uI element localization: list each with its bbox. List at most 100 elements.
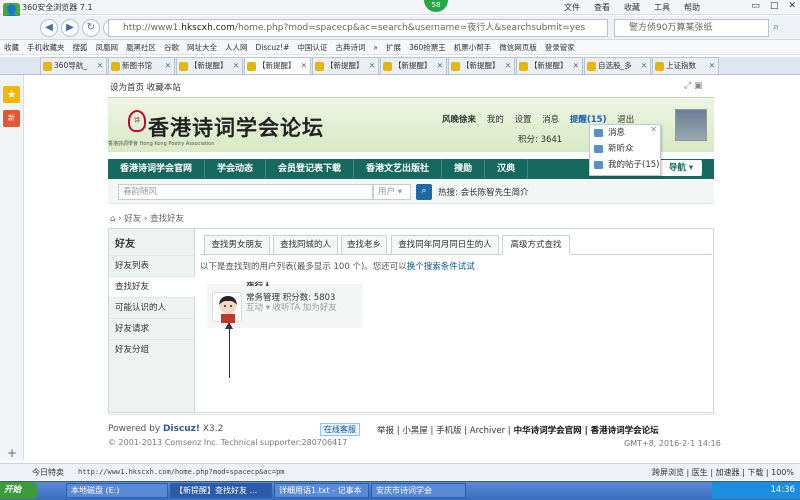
close-tab-icon[interactable]: ✕ xyxy=(301,58,307,74)
bookmark-item[interactable]: 凤凰网 xyxy=(96,43,119,52)
status-tools[interactable]: 跨屏浏览 | 医生 | 加速器 | 下载 | 100% xyxy=(652,467,794,478)
task-browser[interactable]: 【新提醒】查找好友 ... xyxy=(170,483,272,498)
today-sale-link[interactable]: 今日特卖 xyxy=(32,467,64,478)
start-button[interactable]: 开始 xyxy=(0,482,38,499)
nav-more-button[interactable]: 导航 ▾ xyxy=(660,160,702,176)
tab-hometown[interactable]: 查找老乡 xyxy=(341,235,387,255)
profile-photo[interactable] xyxy=(675,109,707,141)
bookmark-item[interactable]: 手机收藏夹 xyxy=(27,43,65,52)
bookmark-item[interactable]: 人人网 xyxy=(225,43,248,52)
browser-tab[interactable]: 【新提醒】 ✕ xyxy=(380,57,447,74)
browser-tab[interactable]: 360导航_ ✕ xyxy=(40,57,107,74)
add-icon[interactable]: + xyxy=(7,446,17,460)
browser-tab[interactable]: 【新提醒】 ✕ xyxy=(176,57,243,74)
bookmark-item[interactable]: 谷歌 xyxy=(164,43,179,52)
close-tab-icon[interactable]: ✕ xyxy=(233,58,239,74)
menu-view[interactable]: 查看 xyxy=(594,2,610,13)
user-avatar[interactable] xyxy=(212,292,242,323)
site-search-input[interactable]: 春韵随风 xyxy=(118,184,373,200)
task-poetry-site[interactable]: 安庆市诗词学会 xyxy=(371,483,466,498)
browser-tab[interactable]: 【新提醒】 ✕ xyxy=(448,57,515,74)
bookmark-item[interactable]: 机票小帮手 xyxy=(454,43,492,52)
task-disk[interactable]: 本地磁盘 (E:) xyxy=(66,483,168,498)
bookmark-item[interactable]: Discuz!# xyxy=(256,43,290,52)
fullscreen-icon[interactable]: ⤢ ▣ xyxy=(684,81,703,91)
bookmark-item[interactable]: 搜狐 xyxy=(73,43,88,52)
bookmark-item[interactable]: 360抢票王 xyxy=(409,43,446,52)
menu-file[interactable]: 文件 xyxy=(564,2,580,13)
maximize-icon[interactable]: □ xyxy=(770,1,779,11)
close-tab-icon[interactable]: ✕ xyxy=(709,58,715,74)
result-username[interactable]: 夜行人 xyxy=(246,280,272,286)
online-service-button[interactable]: 在线客服 xyxy=(320,423,360,436)
close-tab-icon[interactable]: ✕ xyxy=(97,58,103,74)
sidebar-item-may-know[interactable]: 可能认识的人 xyxy=(109,297,194,318)
home-icon[interactable]: ⌂ xyxy=(110,214,115,224)
bookmark-item[interactable]: 古典诗词 xyxy=(335,43,365,52)
close-tab-icon[interactable]: ✕ xyxy=(573,58,579,74)
browser-tab[interactable]: 【新提醒】 ✕ xyxy=(312,57,379,74)
menu-tools[interactable]: 工具 xyxy=(654,2,670,13)
sidebar-item-find-friends[interactable]: 查找好友 xyxy=(109,276,195,297)
close-tab-icon[interactable]: ✕ xyxy=(505,58,511,74)
result-actions[interactable]: 互动 ▾ 收听TA 加为好友 xyxy=(246,303,356,314)
bookmark-item[interactable]: 网址大全 xyxy=(187,43,217,52)
nav-item[interactable]: 汉典 xyxy=(485,159,529,179)
sidebar-item-friend-list[interactable]: 好友列表 xyxy=(109,255,194,276)
search-icon[interactable]: ⌕ xyxy=(773,20,779,34)
url-input[interactable]: http://www1.hkscxh.com/home.php?mod=spac… xyxy=(108,19,608,37)
star-icon[interactable]: ★ xyxy=(3,86,20,103)
nav-item[interactable]: 学会动态 xyxy=(205,159,267,179)
site-logo[interactable]: 香港诗词学会论坛 xyxy=(148,112,324,142)
dropdown-item-new-followers[interactable]: 新听众 xyxy=(590,141,660,157)
browser-tab[interactable]: 【新提醒】 ✕ xyxy=(516,57,583,74)
browser-tab[interactable]: 新图书馆 ✕ xyxy=(108,57,175,74)
forward-icon[interactable]: ▶ xyxy=(61,19,79,37)
hot-search[interactable]: 热搜: 会长陈智先生简介 xyxy=(438,186,529,198)
username-link[interactable]: 风晚徐来 xyxy=(442,115,476,125)
close-tab-icon[interactable]: ✕ xyxy=(165,58,171,74)
nav-item[interactable]: 香港诗词学会官网 xyxy=(108,159,206,179)
breadcrumb-find-friends[interactable]: 查找好友 xyxy=(150,214,184,224)
nav-item[interactable]: 搜勋 xyxy=(442,159,486,179)
menu-favorites[interactable]: 收藏 xyxy=(624,2,640,13)
footer-links-normal[interactable]: 举报 | 小黑屋 | 手机版 | Archiver | xyxy=(377,426,511,436)
breadcrumb-friends[interactable]: 好友 xyxy=(124,214,141,224)
bookmark-item[interactable]: » xyxy=(373,43,378,52)
news-icon[interactable]: 新 xyxy=(3,110,20,127)
dropdown-item-my-posts[interactable]: 我的帖子(15) xyxy=(590,157,660,173)
nav-item[interactable]: 香港文艺出版社 xyxy=(354,159,443,179)
back-icon[interactable]: ◀ xyxy=(40,19,58,37)
browser-tab[interactable]: 【新提醒】 ✕ xyxy=(244,57,311,74)
bookmark-item[interactable]: 登录管家 xyxy=(545,43,575,52)
bookmark-item[interactable]: 微信网页版 xyxy=(499,43,537,52)
browser-tab[interactable]: 上证指数 ✕ xyxy=(652,57,719,74)
search-scope-select[interactable]: 用户 ▾ xyxy=(373,184,411,200)
browser-search-input[interactable]: 警方侦90万算某张纸 xyxy=(614,19,769,37)
sidebar-item-requests[interactable]: 好友请求 xyxy=(109,318,194,339)
settings-link[interactable]: 设置 xyxy=(514,115,531,125)
close-tab-icon[interactable]: ✕ xyxy=(369,58,375,74)
search-button[interactable]: ⌕ xyxy=(416,184,432,200)
footer-links-bold[interactable]: 中华诗词学会官网 | 香港诗词学会论坛 xyxy=(511,426,659,436)
nav-item[interactable]: 会员登记表下载 xyxy=(266,159,355,179)
top-links[interactable]: 设为首页 收藏本站 xyxy=(110,81,181,93)
refresh-icon[interactable]: ↻ xyxy=(82,19,100,37)
messages-link[interactable]: 消息 xyxy=(542,115,559,125)
task-notepad[interactable]: 详细用语1.txt - 记事本 xyxy=(274,483,369,498)
sidebar-item-groups[interactable]: 好友分组 xyxy=(109,339,194,360)
my-link[interactable]: 我的 xyxy=(487,115,504,125)
bookmark-item[interactable]: 收藏 xyxy=(4,43,19,52)
minimize-icon[interactable]: ▭ xyxy=(751,1,760,11)
change-criteria-link[interactable]: 换个搜索条件试试 xyxy=(407,262,475,272)
bookmark-item[interactable]: 凰黑社区 xyxy=(126,43,156,52)
clock[interactable]: 14:36 xyxy=(771,485,796,495)
tab-advanced[interactable]: 高级方式查找 xyxy=(502,235,570,255)
menu-help[interactable]: 帮助 xyxy=(684,2,700,13)
close-icon[interactable]: ✕ xyxy=(788,1,796,11)
tab-find-partner[interactable]: 查找男女朋友 xyxy=(204,235,270,255)
close-tab-icon[interactable]: ✕ xyxy=(641,58,647,74)
discuz-link[interactable]: Discuz! xyxy=(163,424,200,434)
tab-same-birthday[interactable]: 查找同年同月同日生的人 xyxy=(391,235,499,255)
bookmark-item[interactable]: 中国认证 xyxy=(297,43,327,52)
